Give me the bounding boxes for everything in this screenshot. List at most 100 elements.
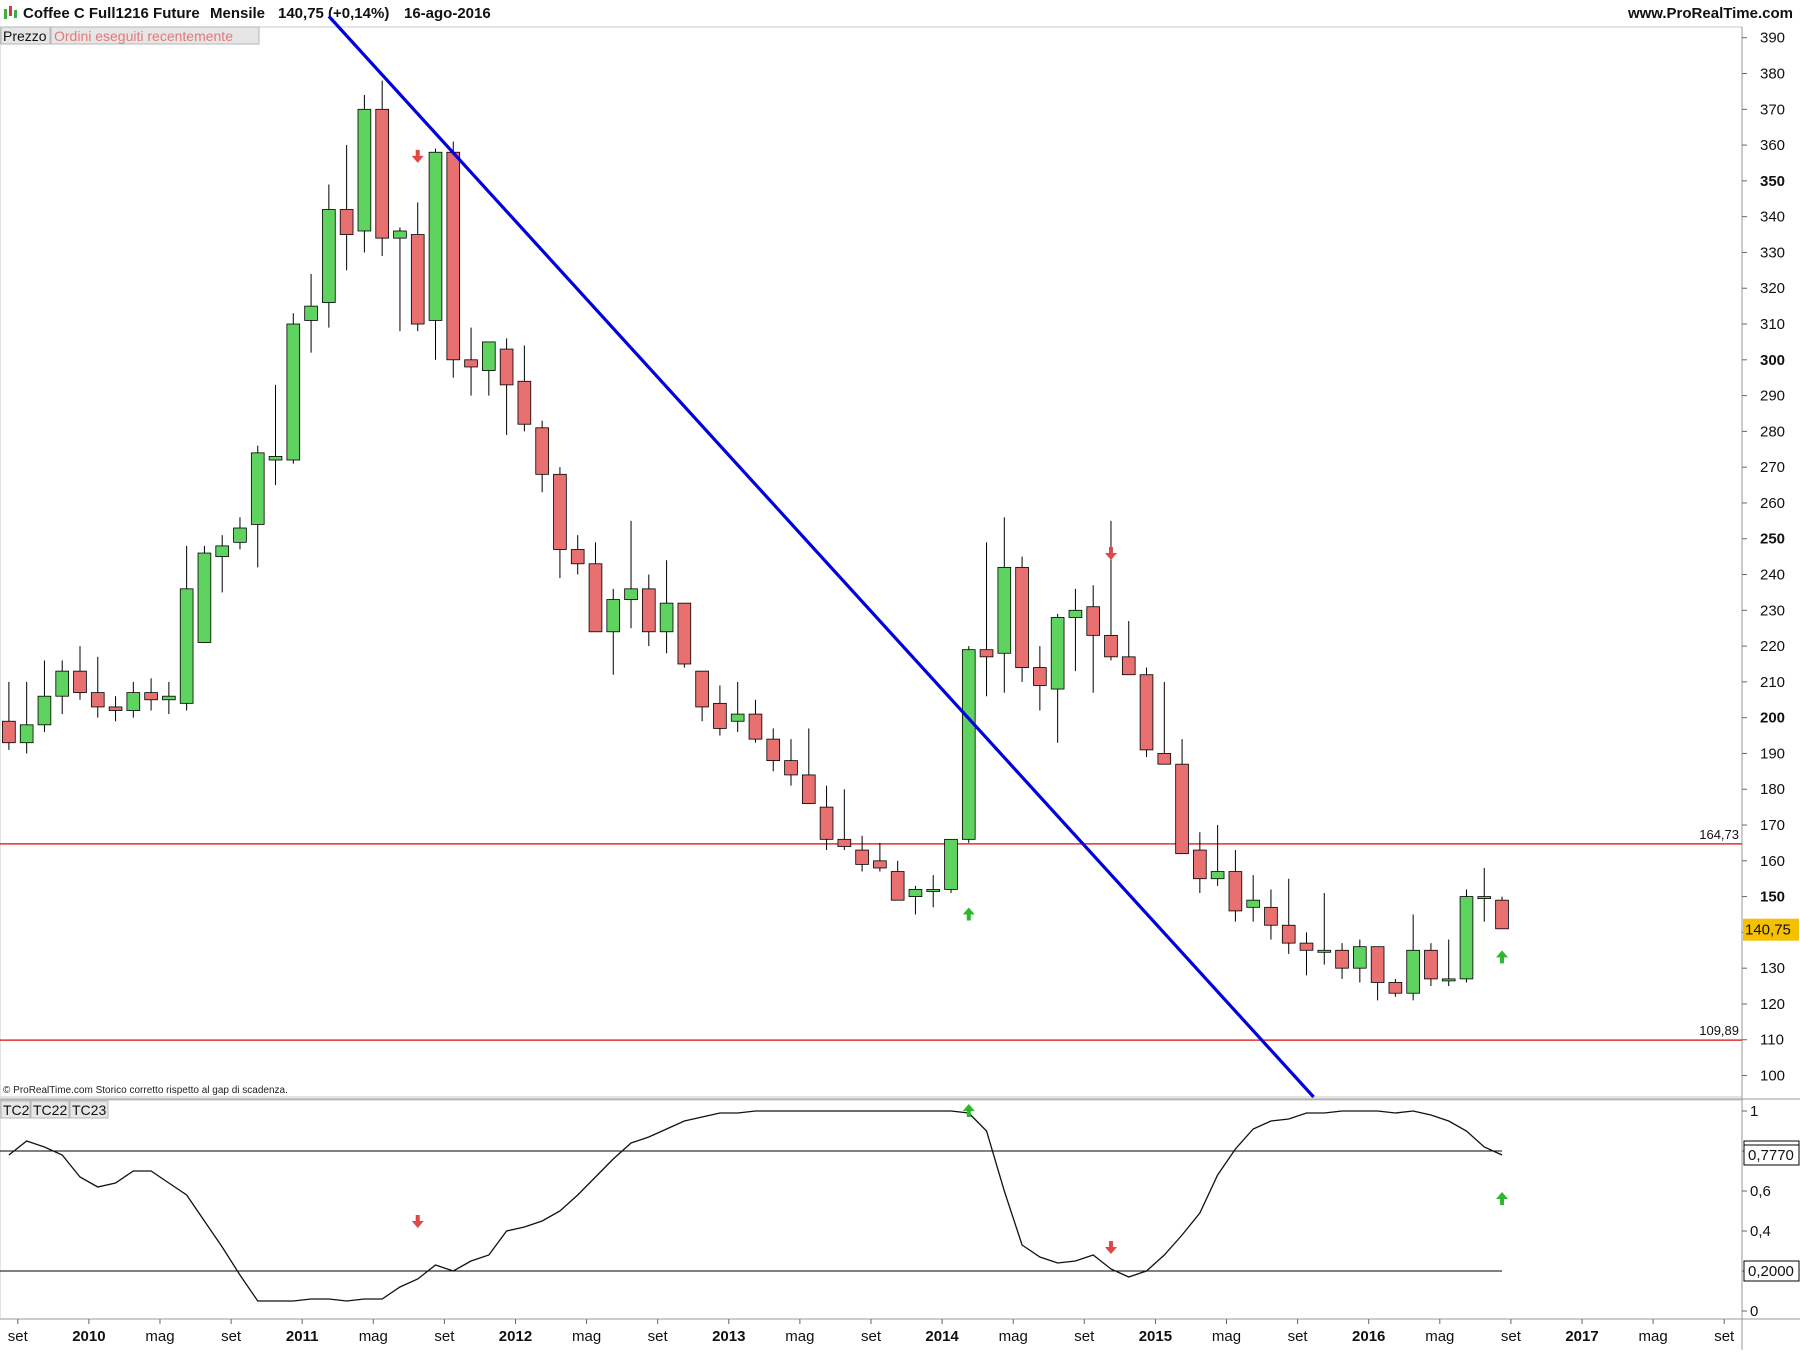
candle-body[interactable] <box>1370 946 1385 983</box>
candle-body[interactable] <box>19 724 34 744</box>
candle-body[interactable] <box>1157 753 1172 765</box>
tag-tc22[interactable]: TC22 <box>30 1100 70 1119</box>
candle-body[interactable] <box>588 563 603 633</box>
tag-tc23[interactable]: TC23 <box>69 1100 109 1119</box>
candle-body[interactable] <box>642 588 656 633</box>
candle-body[interactable] <box>1068 609 1083 618</box>
candle-body[interactable] <box>1388 982 1403 994</box>
candle-body[interactable] <box>1459 896 1474 980</box>
candle-body[interactable] <box>961 649 976 840</box>
candle-body[interactable] <box>215 545 229 558</box>
candle-body[interactable] <box>286 323 301 461</box>
candle-body[interactable] <box>1104 634 1118 658</box>
candle-body[interactable] <box>1495 899 1509 930</box>
candle-body[interactable] <box>535 427 549 475</box>
candle-body[interactable] <box>837 838 852 847</box>
y-tick-label: 100 <box>1760 1068 1785 1085</box>
candle-body[interactable] <box>926 889 941 892</box>
candle-body[interactable] <box>801 774 816 804</box>
candle-body[interactable] <box>659 602 674 633</box>
candle-body[interactable] <box>250 452 265 525</box>
candle-body[interactable] <box>570 549 585 565</box>
candle-body[interactable] <box>73 670 87 694</box>
candle-body[interactable] <box>1477 896 1492 899</box>
candle-body[interactable] <box>1424 949 1438 980</box>
candle-body[interactable] <box>268 456 283 461</box>
candle-body[interactable] <box>1175 763 1189 855</box>
candle-body[interactable] <box>784 760 798 776</box>
candle-body[interactable] <box>1299 942 1314 951</box>
tag-prezzo[interactable]: Prezzo <box>0 26 51 45</box>
candle-body[interactable] <box>1406 949 1420 994</box>
candle-body[interactable] <box>464 359 478 368</box>
candle-body[interactable] <box>1228 871 1243 912</box>
candle-body[interactable] <box>1246 899 1260 908</box>
candle-body[interactable] <box>624 588 638 600</box>
candle-body[interactable] <box>1335 949 1349 969</box>
candle-body[interactable] <box>1353 946 1367 969</box>
price-panel[interactable] <box>0 26 1743 1098</box>
candle-body[interactable] <box>197 552 212 643</box>
candle-body[interactable] <box>37 695 52 726</box>
tag-orders[interactable]: Ordini eseguiti recentemente <box>50 26 260 45</box>
indicator-panel[interactable] <box>0 1099 1743 1320</box>
candle-body[interactable] <box>606 599 621 633</box>
candle-body[interactable] <box>713 702 727 729</box>
candle-body[interactable] <box>1050 617 1065 690</box>
chart-svg: Coffee C Full1216 Future Mensile 140,75 … <box>0 0 1800 1350</box>
candle-body[interactable] <box>446 151 461 361</box>
candle-body[interactable] <box>179 588 194 704</box>
candle-body[interactable] <box>855 849 869 865</box>
candle-body[interactable] <box>304 305 318 321</box>
candle-body[interactable] <box>730 713 745 722</box>
candle-body[interactable] <box>677 602 692 665</box>
candle-body[interactable] <box>1441 978 1456 982</box>
x-tick-label: mag <box>572 1328 601 1345</box>
tag-tc2[interactable]: TC2 <box>0 1100 31 1119</box>
candle-body[interactable] <box>55 670 70 697</box>
candle-body[interactable] <box>2 720 16 744</box>
candle-body[interactable] <box>482 341 496 371</box>
candle-body[interactable] <box>1210 871 1225 880</box>
candle-body[interactable] <box>695 670 709 708</box>
candle-body[interactable] <box>819 806 834 840</box>
candle-body[interactable] <box>553 473 567 550</box>
indicator-y-axis: 00,20,40,60,810,80000,20000,7770 <box>1742 1103 1800 1320</box>
site-name[interactable]: www.ProRealTime.com <box>1627 5 1793 22</box>
candle-body[interactable] <box>428 151 443 321</box>
candle-body[interactable] <box>944 838 958 890</box>
candle-body[interactable] <box>1033 667 1047 686</box>
candle-body[interactable] <box>1086 606 1100 636</box>
candle-body[interactable] <box>766 738 781 762</box>
candle-body[interactable] <box>517 380 532 425</box>
candle-body[interactable] <box>357 108 372 232</box>
candle-body[interactable] <box>375 108 389 239</box>
candle-body[interactable] <box>1015 566 1029 668</box>
candle-body[interactable] <box>108 706 123 711</box>
candle-body[interactable] <box>162 695 176 701</box>
candle-body[interactable] <box>1139 674 1154 751</box>
candle-body[interactable] <box>890 871 905 901</box>
candle-body[interactable] <box>1193 849 1207 880</box>
candle-body[interactable] <box>748 713 763 740</box>
y-tick-label: 270 <box>1760 459 1785 476</box>
candle-body[interactable] <box>144 692 158 701</box>
candle-body[interactable] <box>1281 924 1296 944</box>
candle-body[interactable] <box>410 234 425 325</box>
candle-body[interactable] <box>908 889 923 897</box>
candle-body[interactable] <box>233 527 247 543</box>
candle-body[interactable] <box>393 230 407 239</box>
candle-body[interactable] <box>979 649 994 658</box>
y-tick-label: 210 <box>1760 674 1785 691</box>
candle-body[interactable] <box>873 860 887 869</box>
candle-body[interactable] <box>997 566 1012 654</box>
candle-body[interactable] <box>499 348 514 386</box>
support-line-label: 109,89 <box>1699 1023 1739 1038</box>
candle-body[interactable] <box>1121 656 1136 676</box>
candle-body[interactable] <box>1317 949 1332 953</box>
candle-body[interactable] <box>339 209 354 235</box>
candle-body[interactable] <box>322 209 336 303</box>
candle-body[interactable] <box>1264 906 1278 926</box>
candle-body[interactable] <box>90 692 105 708</box>
candle-body[interactable] <box>126 692 141 711</box>
